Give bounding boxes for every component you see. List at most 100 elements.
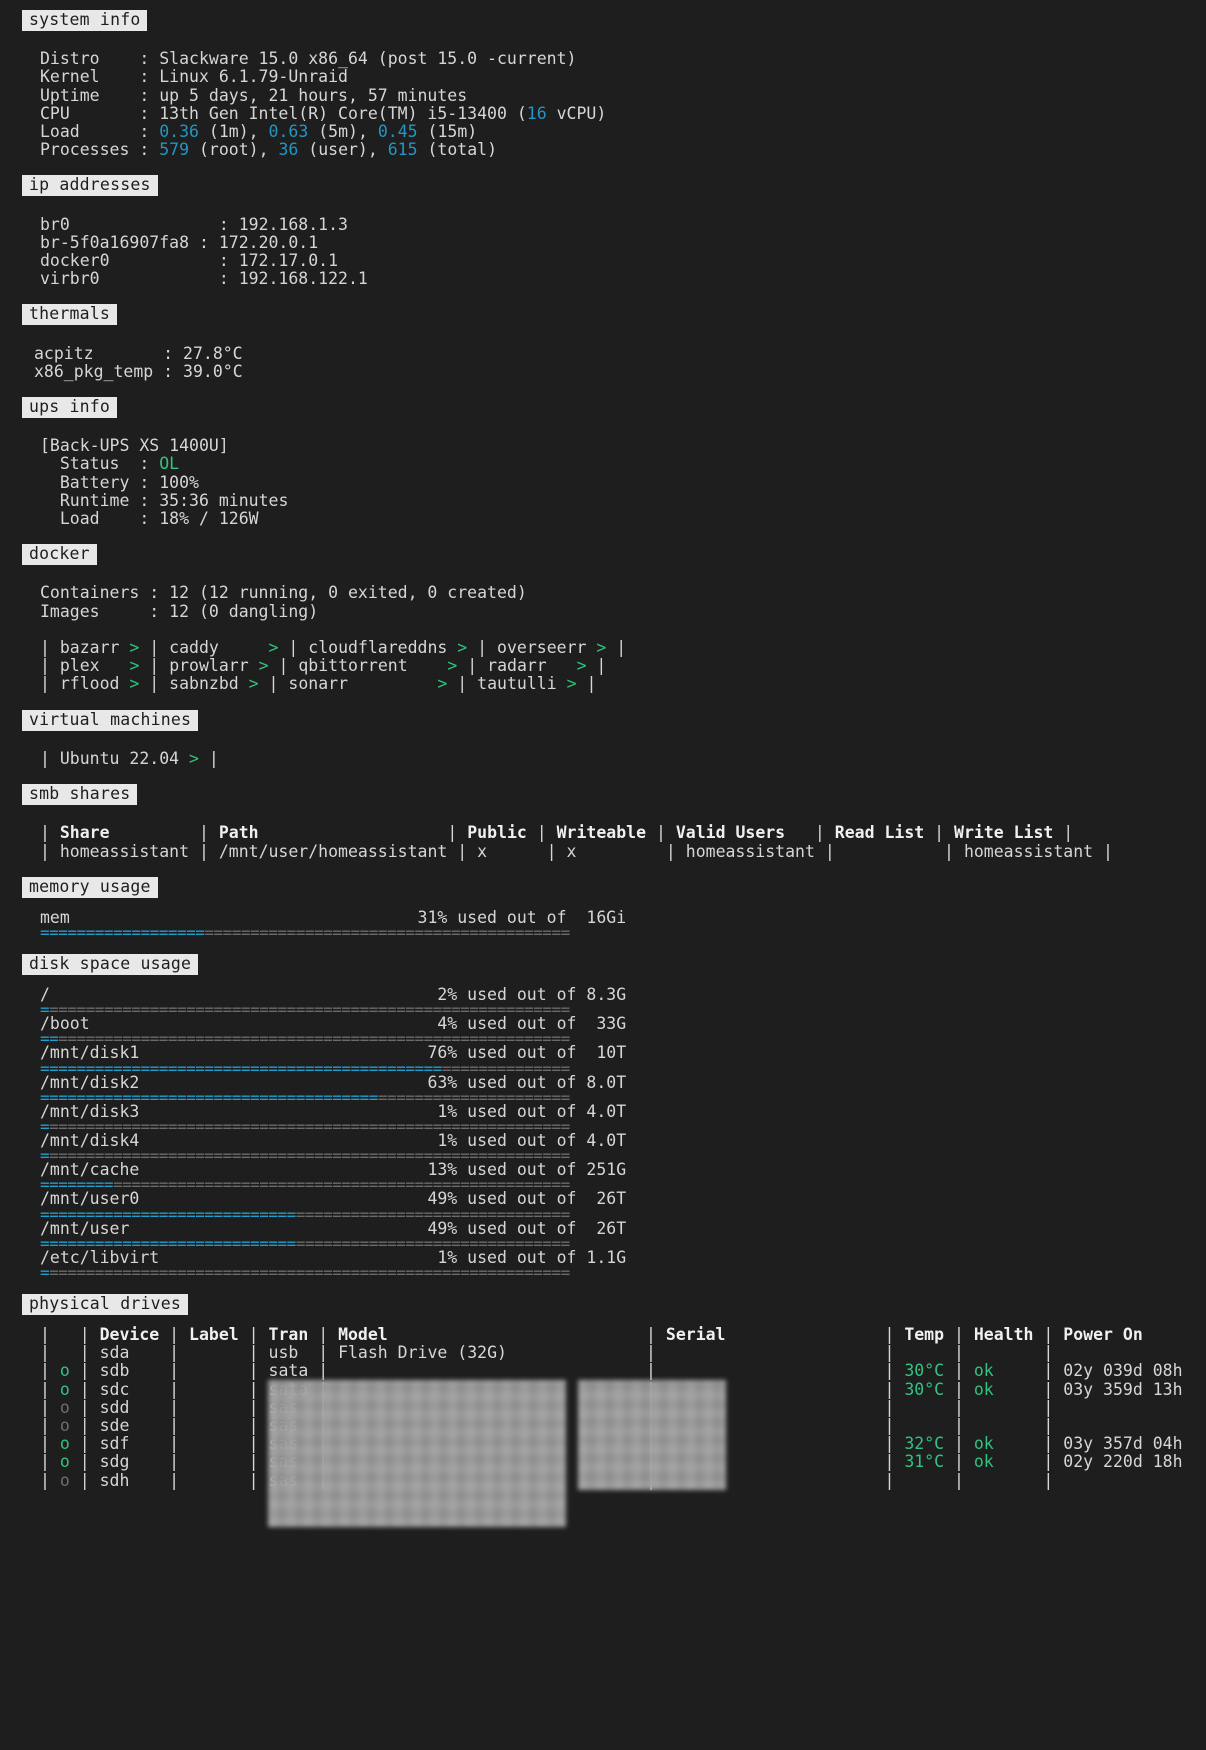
section-system-info: system info Distro : Slackware 15.0 x86_… — [0, 10, 1206, 159]
ups-runtime-value: 35:36 minutes — [159, 490, 289, 510]
docker-link-icon[interactable]: > — [596, 638, 606, 657]
smb-col-public: Public — [467, 823, 527, 843]
drive-health: ok — [973, 1452, 1044, 1472]
drive-power-on: 02y 039d 08h — [1063, 1361, 1203, 1381]
section-thermals: thermals acpitz : 27.8°C x86_pkg_temp : 3… — [0, 304, 1206, 381]
section-header-virtual-machines: virtual machines — [22, 709, 199, 731]
drive-serial — [666, 1361, 885, 1380]
section-header-docker: docker — [22, 544, 97, 566]
docker-link-icon[interactable]: > — [259, 656, 269, 675]
drive-label — [189, 1434, 249, 1453]
usage-total-size: 33G — [586, 1014, 627, 1034]
load-1m-tag: (1m), — [208, 122, 259, 142]
section-header-disk-space-usage: disk space usage — [22, 953, 199, 975]
vm-link-icon[interactable]: > — [189, 749, 199, 768]
docker-container-name[interactable]: prowlarr — [169, 656, 248, 675]
ip-addresses-body: br0 : 192.168.1.3 br-5f0a16907fa8 : 172.2… — [40, 214, 368, 289]
distro-label: Distro — [40, 49, 100, 69]
iface-ip: 172.17.0.1 — [238, 251, 339, 271]
docker-container-name[interactable]: rflood — [60, 674, 120, 693]
kernel-value: Linux 6.1.79-Unraid — [159, 67, 348, 87]
usage-total-size: 10T — [586, 1043, 627, 1063]
drive-label — [189, 1343, 249, 1362]
drive-active-indicator: o — [59, 1434, 70, 1454]
drive-power-on: 02y 220d 18h — [1063, 1452, 1203, 1472]
section-docker: docker Containers : 12 (12 running, 0 ex… — [0, 544, 1206, 693]
docker-link-icon[interactable]: > — [129, 656, 139, 675]
docker-container-name[interactable]: overseerr — [497, 638, 586, 657]
usage-progress-bar: ========================================… — [0, 924, 1206, 940]
docker-container-name[interactable]: caddy — [169, 638, 219, 657]
iface-name: docker0 — [40, 251, 110, 271]
docker-container-name[interactable]: radarr — [487, 656, 547, 675]
table-header-row: | | Device | Label | Tran | Model | Seri… — [40, 1324, 1206, 1344]
docker-link-icon[interactable]: > — [269, 638, 279, 657]
drive-temp: 30°C — [904, 1379, 954, 1399]
iface-name: br0 — [40, 214, 70, 234]
ups-status-label: Status — [59, 454, 120, 474]
smb-cell-writeable: x — [566, 841, 577, 861]
section-physical-drives: physical drives | | Device | Label | Tra… — [0, 1293, 1206, 1527]
docker-link-icon[interactable]: > — [457, 638, 467, 657]
drive-power-on — [1063, 1343, 1202, 1362]
section-header-physical-drives: physical drives — [22, 1293, 189, 1315]
drive-power-on: 03y 357d 04h — [1063, 1434, 1203, 1454]
sensor-name: x86_pkg_temp — [34, 361, 154, 381]
sensor-temp: 39.0°C — [183, 361, 243, 381]
drive-label — [189, 1452, 249, 1471]
docker-container-name[interactable]: sabnzbd — [169, 674, 239, 693]
docker-container-name[interactable]: qbittorrent — [298, 656, 407, 675]
ups-device-name: [Back-UPS XS 1400U] — [40, 436, 229, 456]
drive-label — [189, 1361, 249, 1380]
docker-containers-value: 12 (12 running, 0 exited, 0 created) — [169, 583, 527, 603]
processes-root: 579 — [159, 140, 190, 160]
drive-temp — [904, 1471, 954, 1490]
docker-container-name[interactable]: tautulli — [477, 674, 556, 693]
docker-container-name[interactable]: sonarr — [288, 674, 348, 693]
drive-health: ok — [973, 1361, 1044, 1381]
docker-container-name[interactable]: plex — [60, 656, 100, 675]
uptime-value: up 5 days, 21 hours, 57 minutes — [159, 85, 468, 105]
usage-bar-filled: = — [40, 1262, 50, 1282]
smb-cell-public: x — [477, 841, 488, 861]
ups-status-value: OL — [159, 454, 180, 474]
drive-power-on — [1063, 1471, 1202, 1490]
drive-temp — [904, 1416, 954, 1435]
drive-device: sdb — [99, 1361, 170, 1381]
section-header-ups-info: ups info — [22, 397, 118, 419]
load-5m-tag: (5m), — [318, 122, 368, 142]
thermals-body: acpitz : 27.8°C x86_pkg_temp : 39.0°C — [34, 343, 243, 381]
drive-health — [974, 1471, 1044, 1490]
drive-temp — [904, 1398, 954, 1417]
cpu-vcpu-suffix: vCPU — [556, 103, 597, 123]
docker-link-icon[interactable]: > — [447, 656, 457, 675]
drives-col-health: Health — [973, 1324, 1044, 1344]
docker-link-icon[interactable]: > — [577, 656, 587, 675]
section-smb-shares: smb shares | Share | Path | Public | Wri… — [0, 784, 1206, 861]
drive-health: ok — [973, 1434, 1044, 1454]
vm-name[interactable]: Ubuntu 22.04 — [60, 749, 179, 768]
load-label: Load — [40, 122, 80, 142]
docker-link-icon[interactable]: > — [567, 674, 577, 693]
processes-total: 615 — [387, 140, 418, 160]
drive-device: sdd — [99, 1397, 170, 1417]
section-header-memory-usage: memory usage — [22, 876, 158, 898]
docker-container-name[interactable]: bazarr — [60, 638, 120, 657]
docker-link-icon[interactable]: > — [249, 674, 259, 693]
usage-total-size: 8.3G — [586, 984, 627, 1004]
drive-health: ok — [973, 1379, 1044, 1399]
section-header-ip-addresses: ip addresses — [22, 175, 158, 197]
usage-total-size: 251G — [586, 1160, 627, 1180]
usage-total-size: 26T — [586, 1218, 627, 1238]
drive-active-indicator: o — [59, 1452, 70, 1472]
docker-container-name[interactable]: cloudflareddns — [308, 638, 447, 657]
drive-device: sde — [99, 1415, 170, 1435]
processes-total-tag: (total) — [427, 140, 498, 160]
drive-temp — [904, 1343, 954, 1362]
smb-col-read-list: Read List — [834, 823, 925, 843]
docker-link-icon[interactable]: > — [129, 674, 139, 693]
usage-bar-filled: ================== — [40, 922, 205, 942]
system-info-body: Distro : Slackware 15.0 x86_64 (post 15.… — [40, 49, 607, 160]
docker-link-icon[interactable]: > — [437, 674, 447, 693]
docker-link-icon[interactable]: > — [129, 638, 139, 657]
